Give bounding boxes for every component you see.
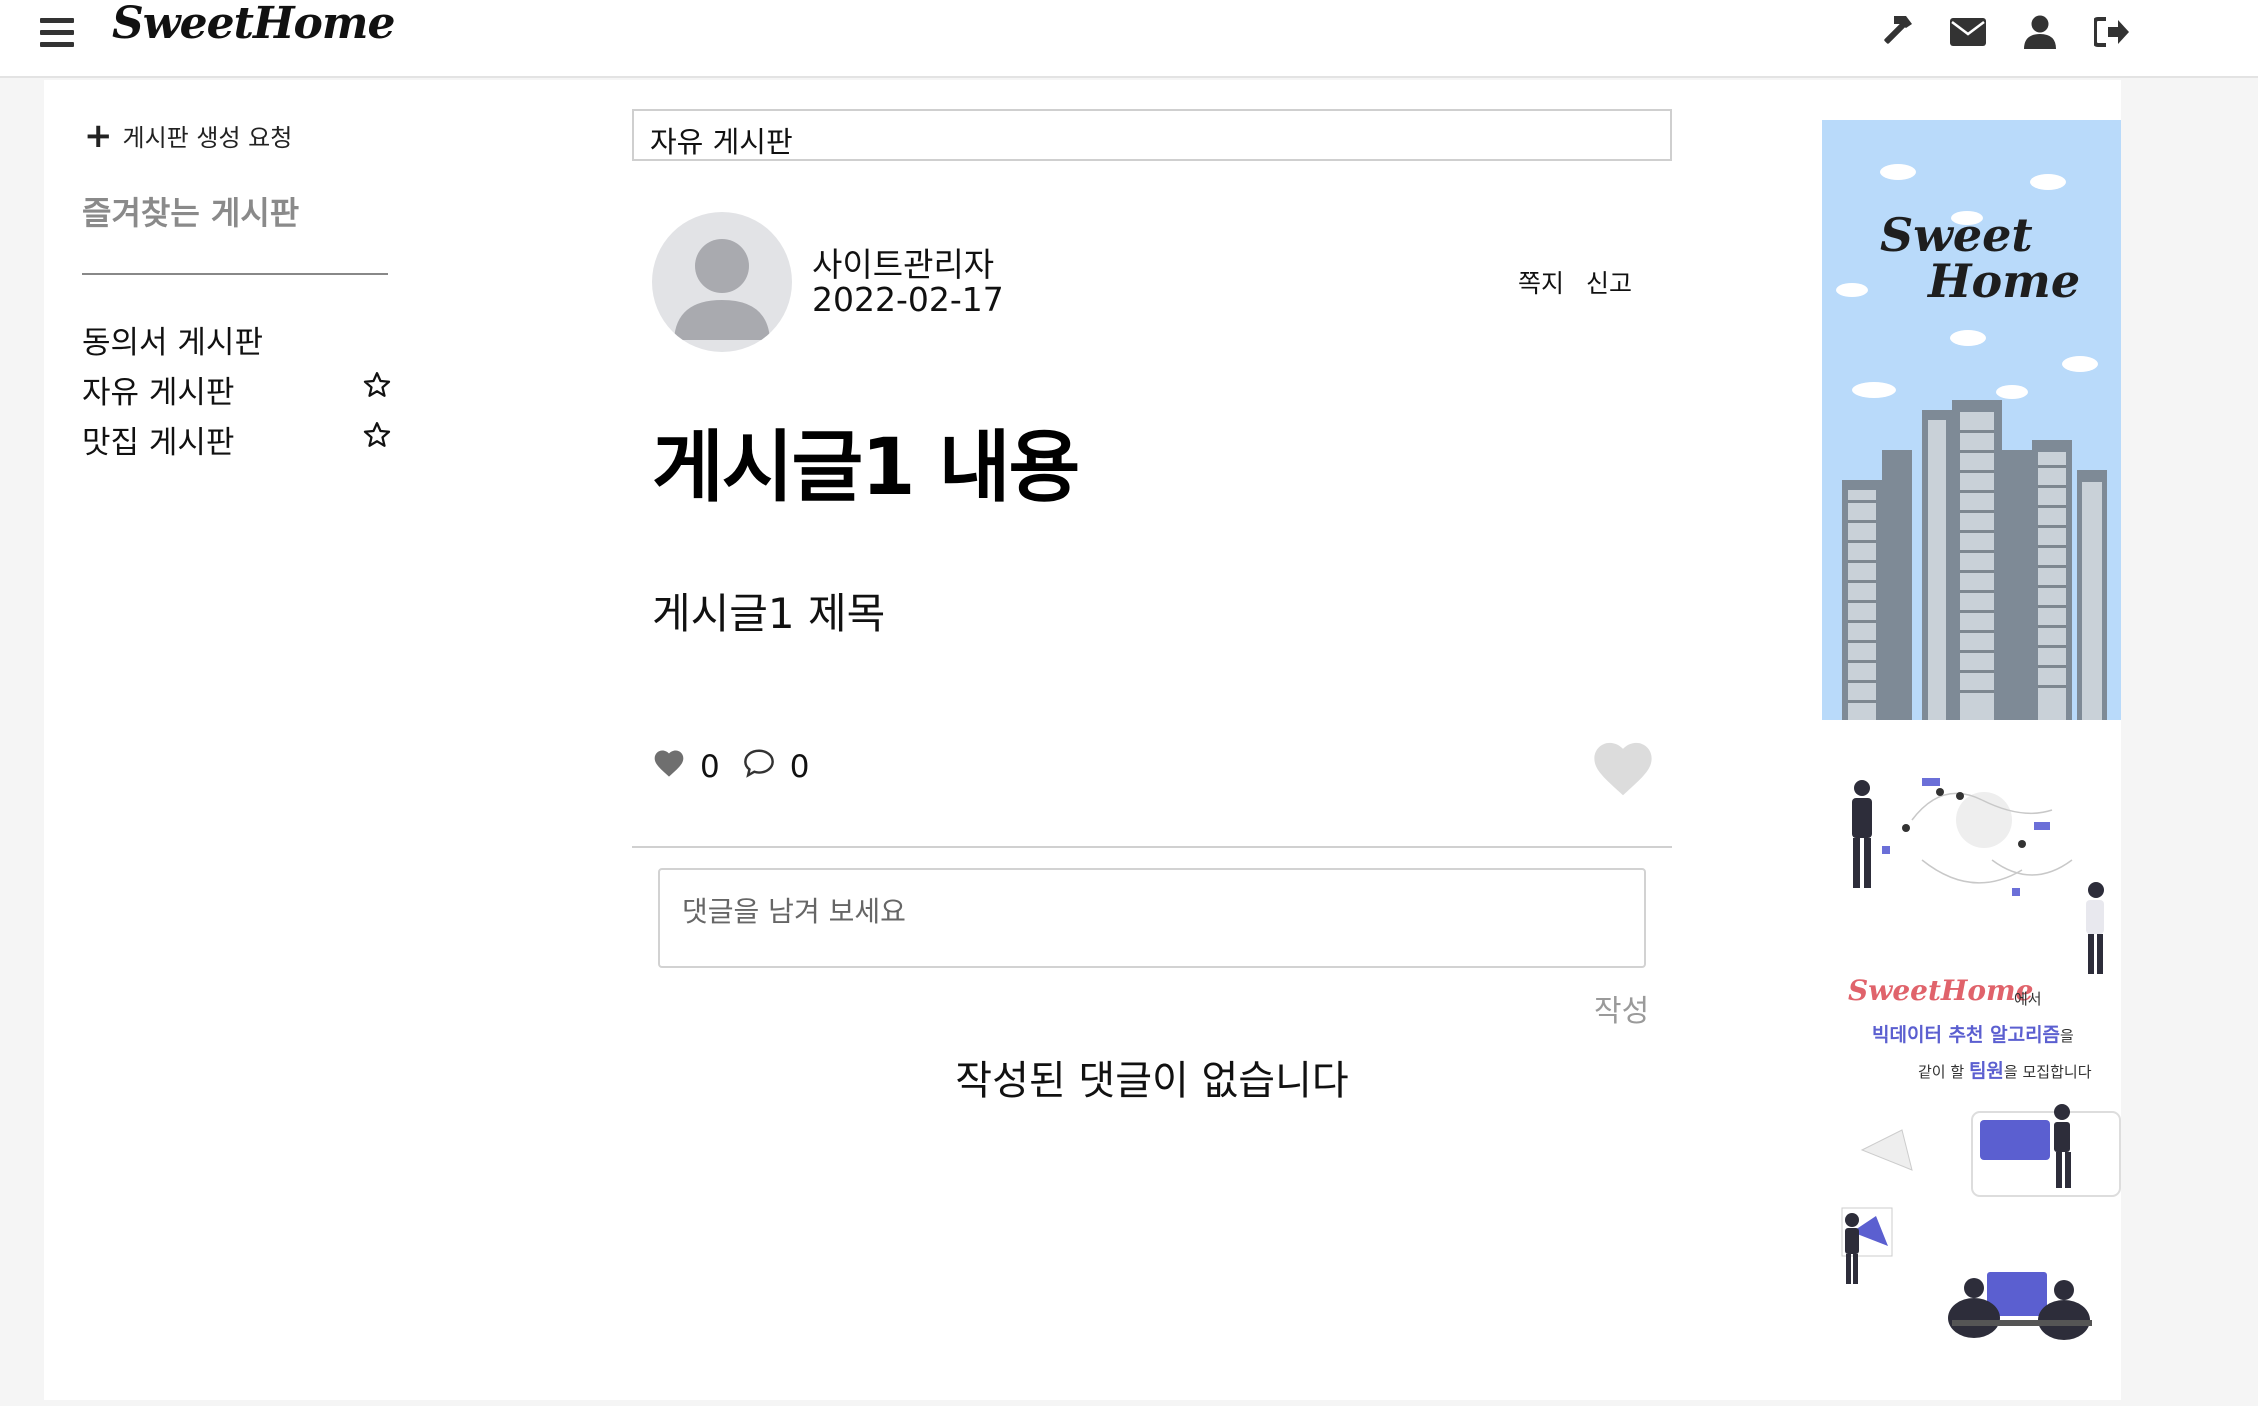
hammer-icon[interactable] bbox=[1860, 10, 1932, 54]
ad-line-recruit: 같이 할 팀원을 모집합니다 bbox=[1918, 1056, 2092, 1083]
board-name-box: 자유 게시판 bbox=[632, 109, 1672, 161]
board-label: 동의서 게시판 bbox=[82, 324, 263, 361]
post-heading: 게시글1 내용 bbox=[652, 423, 1080, 513]
empty-comments-message: 작성된 댓글이 없습니다 bbox=[955, 1058, 1349, 1104]
top-navbar: SweetHome bbox=[0, 0, 2258, 78]
header-actions bbox=[1860, 10, 2148, 54]
post-date: 2022-02-17 bbox=[812, 280, 1004, 319]
board-label: 자유 게시판 bbox=[82, 374, 235, 411]
sidebar-item-agreement-board[interactable]: 동의서 게시판 bbox=[82, 314, 392, 364]
star-icon[interactable] bbox=[362, 420, 392, 458]
author-avatar[interactable] bbox=[652, 212, 792, 352]
ad-line-algorithm: 빅데이터 추천 알고리즘을 bbox=[1872, 1020, 2074, 1047]
post-stats: 0 0 bbox=[652, 748, 831, 786]
ad-recruit-prefix: 같이 할 bbox=[1918, 1063, 1965, 1081]
comment-count: 0 bbox=[789, 749, 810, 785]
star-icon[interactable] bbox=[362, 370, 392, 408]
post-body: 게시글1 제목 bbox=[652, 589, 886, 638]
submit-comment-button[interactable]: 작성 bbox=[1594, 986, 1649, 1030]
ad-brand-sweethome: SweetHome bbox=[1848, 974, 2034, 1007]
plus-icon: + bbox=[84, 115, 113, 156]
user-icon[interactable] bbox=[2004, 10, 2076, 54]
board-list: 동의서 게시판 자유 게시판 맛집 게시판 bbox=[82, 314, 392, 464]
envelope-icon[interactable] bbox=[1932, 10, 2004, 54]
report-button[interactable]: 신고 bbox=[1586, 264, 1632, 300]
ad-algorithm-suffix: 을 bbox=[2060, 1027, 2074, 1045]
create-board-request-link[interactable]: + 게시판 생성 요청 bbox=[84, 118, 292, 153]
sign-out-icon[interactable] bbox=[2076, 10, 2148, 54]
ad-recruit-highlight: 팀원 bbox=[1968, 1060, 2004, 1082]
board-label: 맛집 게시판 bbox=[82, 424, 235, 461]
ad-logo-line1: Sweet bbox=[1880, 208, 2033, 262]
sidebar-item-free-board[interactable]: 자유 게시판 bbox=[82, 364, 392, 414]
like-heart-icon[interactable] bbox=[1590, 738, 1656, 798]
comment-divider bbox=[632, 846, 1672, 848]
like-count: 0 bbox=[700, 749, 720, 785]
site-logo[interactable]: SweetHome bbox=[112, 0, 395, 49]
heart-icon bbox=[652, 748, 686, 786]
ad-brand-suffix: 에서 bbox=[2014, 990, 2042, 1008]
author-name[interactable]: 사이트관리자 bbox=[812, 238, 994, 286]
ad-sweethome-logo: Sweet Home bbox=[1880, 212, 2080, 304]
ad-algorithm-text: 빅데이터 추천 알고리즘 bbox=[1872, 1024, 2061, 1046]
sidebar-item-restaurant-board[interactable]: 맛집 게시판 bbox=[82, 414, 392, 464]
hamburger-menu-icon[interactable] bbox=[40, 18, 74, 48]
send-message-button[interactable]: 쪽지 bbox=[1518, 264, 1564, 300]
ad-logo-line2: Home bbox=[1928, 254, 2081, 308]
ad-recruit-suffix: 을 모집합니다 bbox=[2003, 1063, 2092, 1081]
favorites-divider bbox=[82, 273, 388, 275]
comment-input[interactable] bbox=[658, 868, 1646, 968]
main-panel bbox=[44, 80, 2121, 1400]
favorites-title: 즐겨찾는 게시판 bbox=[82, 194, 300, 232]
post-actions: 쪽지 신고 bbox=[1518, 264, 1632, 300]
create-board-label: 게시판 생성 요청 bbox=[122, 124, 293, 152]
speech-bubble-icon bbox=[742, 748, 776, 786]
